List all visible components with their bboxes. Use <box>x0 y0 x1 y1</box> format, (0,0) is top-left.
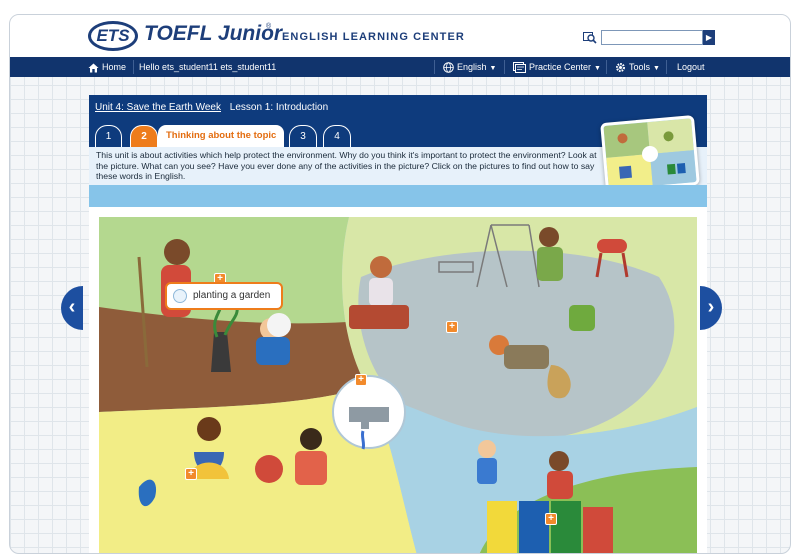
chevron-down-icon: ▼ <box>489 65 497 72</box>
app-frame: ETS TOEFL Junior ® ENGLISH LEARNING CENT… <box>9 14 791 554</box>
tooltip-label: planting a garden <box>193 290 271 301</box>
hotspot-playground[interactable]: + <box>446 321 458 333</box>
nav-home-label: Home <box>102 62 127 72</box>
nav-logout[interactable]: Logout <box>677 57 705 77</box>
tab-1[interactable]: 1 <box>95 125 122 149</box>
nav-divider <box>666 60 667 74</box>
search-go-button[interactable]: ▶ <box>703 30 715 45</box>
ets-logo[interactable]: ETS <box>88 21 138 51</box>
environment-illustration: + planting a garden + + + + <box>99 217 697 553</box>
lesson-panel: Unit 4: Save the Earth Week Lesson 1: In… <box>89 95 707 553</box>
globe-icon <box>443 62 454 73</box>
nav-divider <box>606 60 607 74</box>
nav-divider <box>434 60 435 74</box>
lesson-header: Unit 4: Save the Earth Week Lesson 1: In… <box>89 95 707 193</box>
nav-divider <box>133 60 134 74</box>
site-header: ETS TOEFL Junior ® ENGLISH LEARNING CENT… <box>10 15 790 57</box>
lesson-name: Lesson 1: Introduction <box>229 102 329 113</box>
chevron-down-icon: ▼ <box>653 65 660 72</box>
chevron-down-icon: ▼ <box>594 65 601 72</box>
registered-mark: ® <box>266 23 272 30</box>
logo-subtitle: ENGLISH LEARNING CENTER <box>282 31 465 43</box>
home-icon <box>88 63 99 73</box>
tab-2[interactable]: 2 <box>130 125 158 149</box>
search-icon[interactable] <box>583 32 597 44</box>
gear-icon <box>615 63 626 73</box>
word-tooltip[interactable]: planting a garden <box>165 282 283 310</box>
tab-4[interactable]: 4 <box>323 125 351 149</box>
practice-center-icon <box>513 62 526 74</box>
active-tab-label[interactable]: Thinking about the topic <box>158 125 285 149</box>
main-navbar: Home Hello ets_student11 ets_student11 E… <box>10 57 790 77</box>
nav-tools-label: Tools <box>629 62 651 72</box>
toefl-junior-logo[interactable]: TOEFL Junior <box>144 22 282 46</box>
nav-divider <box>504 60 505 74</box>
hotspot-recycling[interactable]: + <box>545 513 557 525</box>
lesson-title: Unit 4: Save the Earth Week Lesson 1: In… <box>95 102 328 113</box>
hotspot-crafts[interactable]: + <box>185 468 197 480</box>
nav-tools-menu[interactable]: Tools ▼ <box>615 57 660 77</box>
unit-link[interactable]: Unit 4: Save the Earth Week <box>95 102 221 113</box>
nav-language-menu[interactable]: English ▼ <box>443 57 496 77</box>
greeting-text: Hello ets_student11 ets_student11 <box>139 62 277 72</box>
thumbnail-illustration <box>603 118 697 190</box>
search-input[interactable] <box>601 30 703 45</box>
nav-home[interactable]: Home <box>88 57 126 77</box>
speaker-icon[interactable] <box>173 289 187 303</box>
nav-practice-center-label: Practice Center <box>529 62 592 72</box>
nav-language-label: English <box>457 62 487 72</box>
nav-practice-center-menu[interactable]: Practice Center ▼ <box>513 57 601 77</box>
scene-artwork <box>99 217 697 553</box>
lesson-thumbnail[interactable] <box>600 115 700 193</box>
hotspot-faucet[interactable]: + <box>355 374 367 386</box>
tab-3[interactable]: 3 <box>289 125 317 149</box>
section-band <box>89 185 707 207</box>
